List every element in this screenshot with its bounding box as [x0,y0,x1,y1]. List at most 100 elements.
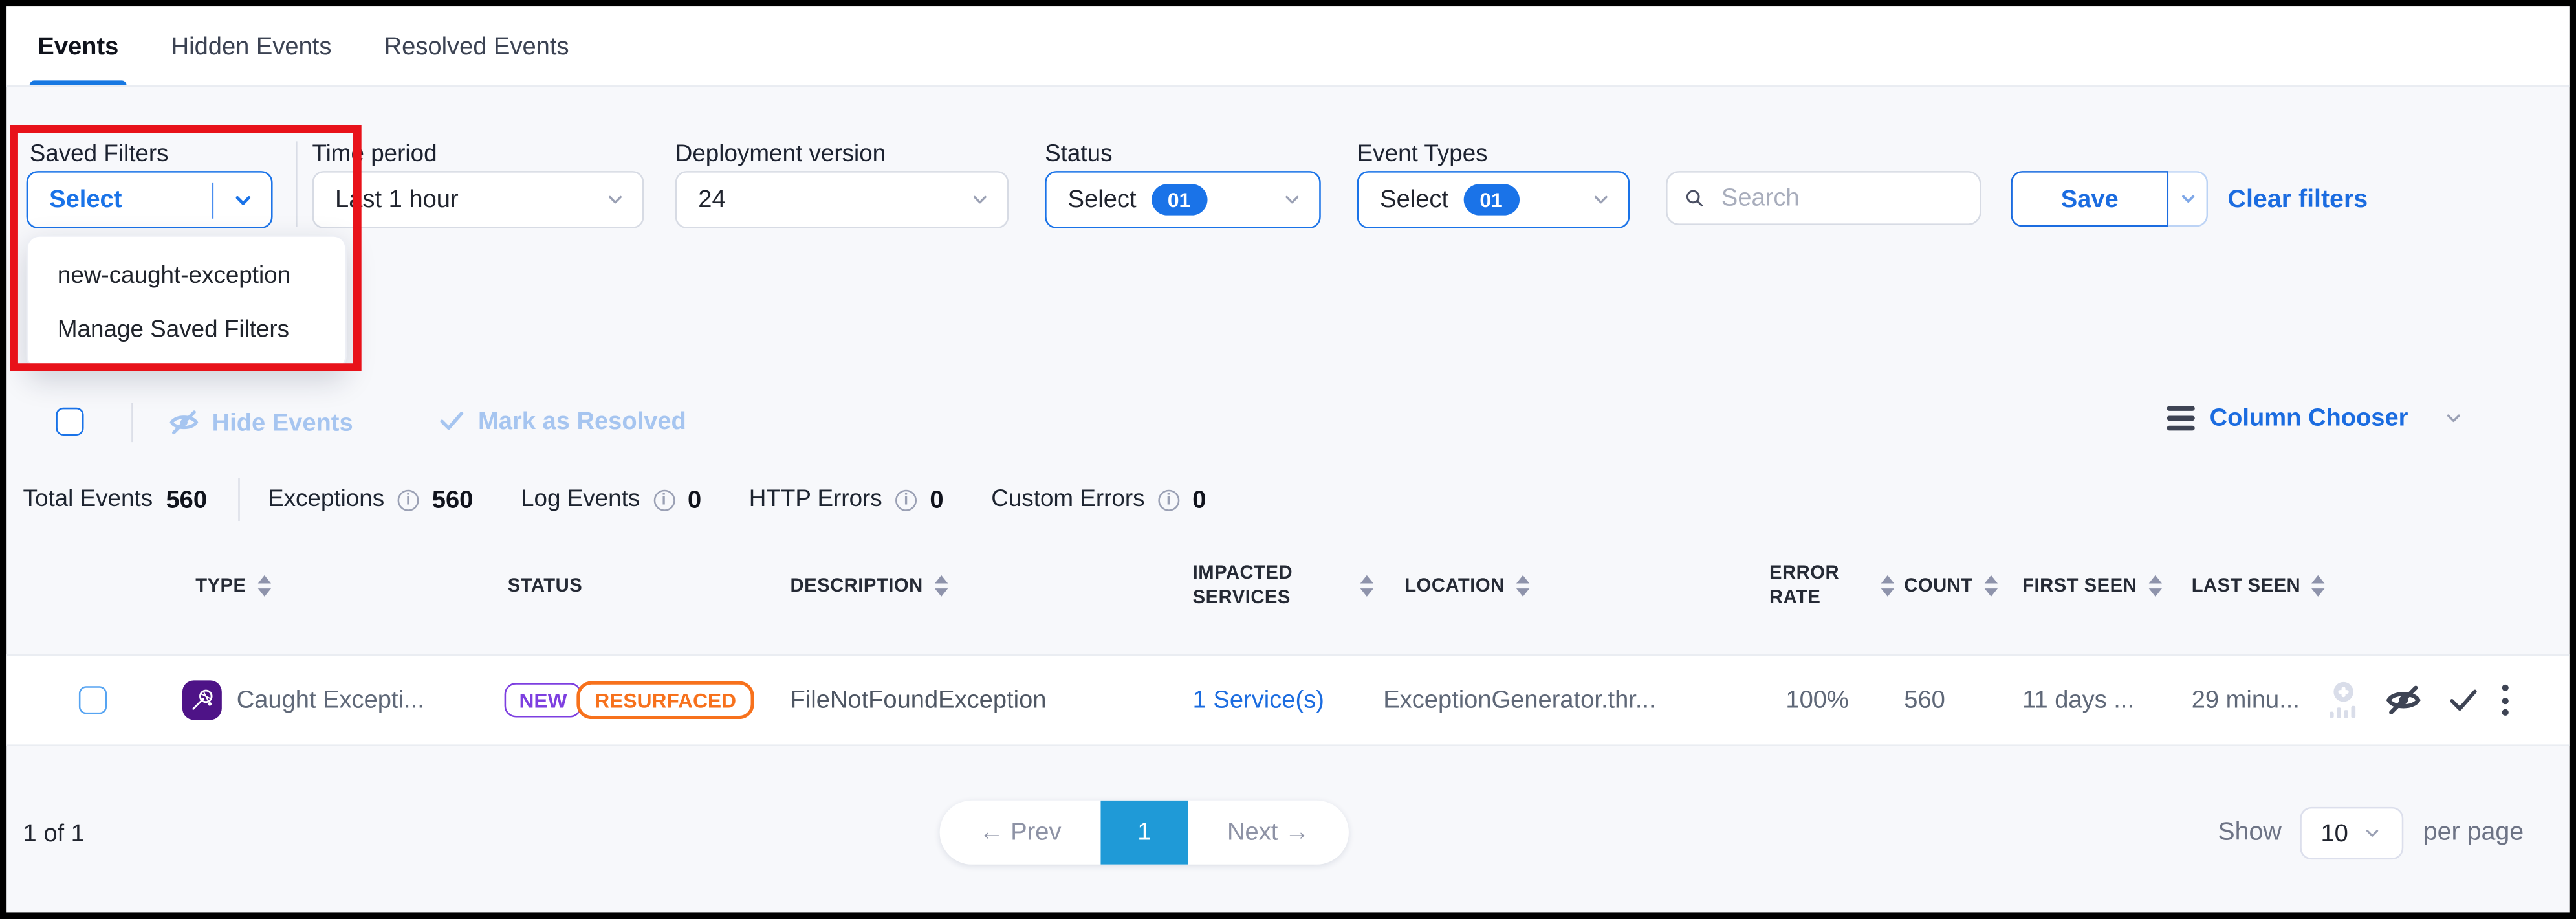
saved-filters-dropdown: new-caught-exception Manage Saved Filter… [27,235,347,370]
info-icon[interactable]: i [397,489,419,511]
clear-filters-button[interactable]: Clear filters [2228,186,2368,216]
stat-log-events: Log Events i 0 [521,485,701,513]
info-icon[interactable]: i [895,489,917,511]
sort-icon[interactable] [2148,575,2161,596]
hide-events-button[interactable]: Hide Events [168,406,353,439]
tab-hidden-events[interactable]: Hidden Events [166,6,336,85]
stat-label: Custom Errors [991,487,1144,513]
sort-icon[interactable] [1881,575,1894,596]
sort-icon[interactable] [1516,575,1529,596]
saved-filter-option[interactable]: new-caught-exception [28,248,345,302]
status-select[interactable]: Select 01 [1045,171,1321,228]
stats-row: Total Events 560 Exceptions i 560 Log Ev… [23,480,1206,520]
column-header-description[interactable]: DESCRIPTION [790,540,947,631]
time-period-select[interactable]: Last 1 hour [312,171,644,228]
saved-filters-value: Select [49,186,122,214]
stat-value: 0 [930,485,943,513]
status-label: Status [1045,141,1112,168]
events-page: Events Hidden Events Resolved Events Sav… [6,6,2570,912]
row-checkbox[interactable] [79,686,107,714]
status-badge-new: NEW [505,683,582,717]
column-label: LAST SEEN [2192,576,2300,595]
table-header: TYPE STATUS DESCRIPTION IMPACTED SERVICE… [6,540,2570,631]
row-description: FileNotFoundException [790,686,1046,714]
time-period-label: Time period [312,141,437,168]
screenshot-root: Events Hidden Events Resolved Events Sav… [0,0,2576,919]
add-chart-icon [2326,680,2361,720]
search-input[interactable] [1718,183,1963,214]
info-icon[interactable]: i [1158,489,1179,511]
save-button[interactable]: Save [2011,171,2168,227]
column-header-error-rate[interactable]: ERROR RATE [1769,540,1894,631]
column-header-last-seen[interactable]: LAST SEEN [2192,540,2326,631]
row-menu-icon[interactable] [2502,685,2509,716]
current-page-button[interactable]: 1 [1101,801,1188,865]
sort-icon[interactable] [1360,575,1373,596]
manage-saved-filters-option[interactable]: Manage Saved Filters [28,302,345,357]
column-header-location[interactable]: LOCATION [1404,540,1529,631]
stat-http-errors: HTTP Errors i 0 [749,485,944,513]
row-count: 560 [1904,686,1945,714]
status-badge-resurfaced: RESURFACED [576,681,754,719]
column-header-first-seen[interactable]: FIRST SEEN [2022,540,2161,631]
column-chooser-button[interactable]: Column Chooser [2167,404,2464,432]
stats-divider [238,478,240,521]
search-icon [1684,186,1705,210]
save-dropdown-button[interactable] [2168,171,2208,227]
row-location: ExceptionGenerator.thr... [1383,686,1655,714]
column-label: LOCATION [1404,576,1504,595]
event-types-select[interactable]: Select 01 [1357,171,1630,228]
hide-event-icon[interactable] [2384,680,2423,720]
row-error-rate: 100% [1785,686,1848,714]
sort-icon[interactable] [934,575,947,596]
sort-icon[interactable] [2312,575,2325,596]
save-split-button: Save [2011,171,2208,227]
row-impacted-services-link[interactable]: 1 Service(s) [1193,686,1324,714]
prev-page-button[interactable]: ← Prev [940,801,1101,865]
column-header-type[interactable]: TYPE [195,540,270,631]
tab-resolved-events-label: Resolved Events [384,32,569,60]
column-header-count[interactable]: COUNT [1904,540,1997,631]
tab-events[interactable]: Events [33,6,124,85]
screenshot-frame: Events Hidden Events Resolved Events Sav… [0,0,2576,919]
info-icon[interactable]: i [653,489,675,511]
save-button-label: Save [2061,185,2119,213]
column-label: STATUS [508,576,583,595]
stat-value: 0 [688,485,701,513]
check-icon [437,406,467,436]
column-header-impacted-services[interactable]: IMPACTED SERVICES [1193,540,1373,631]
search-box [1666,171,1981,225]
mark-resolved-button[interactable]: Mark as Resolved [437,406,686,436]
page-size-select[interactable]: 10 [2300,807,2403,859]
stat-value: 0 [1192,485,1206,513]
next-page-button[interactable]: Next → [1188,801,1349,865]
page-size-value: 10 [2320,819,2348,847]
column-label: DESCRIPTION [790,576,922,595]
column-label: IMPACTED SERVICES [1193,561,1308,610]
status-value: Select [1068,186,1137,214]
stat-label: Log Events [521,487,640,513]
stat-label: HTTP Errors [749,487,882,513]
row-first-seen: 11 days ... [2022,686,2134,714]
column-label: ERROR RATE [1769,561,1839,610]
stat-value: 560 [166,485,207,513]
show-label: Show [2218,819,2281,848]
resolve-event-icon[interactable] [2446,683,2480,717]
select-all-checkbox[interactable] [56,408,83,436]
stat-label: Exceptions [268,487,384,513]
tab-resolved-events[interactable]: Resolved Events [379,6,574,85]
deployment-version-select[interactable]: 24 [675,171,1009,228]
saved-filters-label: Saved Filters [30,141,169,168]
column-label: TYPE [195,576,246,595]
sort-icon[interactable] [257,575,270,596]
table-row[interactable]: Caught Excepti... NEW RESURFACED FileNot… [6,654,2570,746]
saved-filters-select[interactable]: Select [27,171,273,228]
sort-icon[interactable] [1984,575,1997,596]
column-label: FIRST SEEN [2022,576,2137,595]
caught-exception-icon [182,680,222,720]
chevron-down-icon [2443,408,2464,429]
stat-label: Total Events [23,487,153,513]
page-info: 1 of 1 [23,820,85,848]
mark-resolved-label: Mark as Resolved [478,407,686,435]
tab-bar: Events Hidden Events Resolved Events [6,6,2570,87]
